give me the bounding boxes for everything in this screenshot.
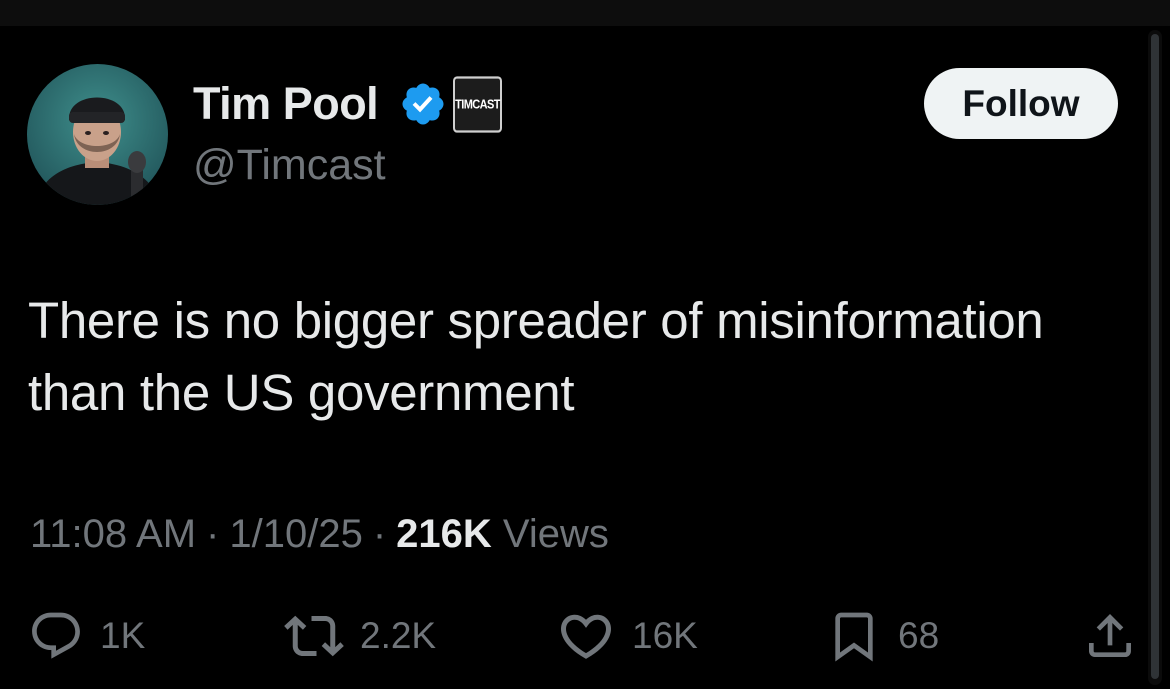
tweet-meta: 11:08 AM · 1/10/25 · 216K Views bbox=[30, 509, 609, 559]
meta-separator: · bbox=[372, 512, 387, 556]
author-display-name[interactable]: Tim Pool bbox=[193, 78, 379, 130]
bookmark-count: 68 bbox=[898, 615, 940, 656]
bookmark-button[interactable]: 68 bbox=[826, 606, 939, 666]
tweet-time[interactable]: 11:08 AM bbox=[30, 512, 196, 556]
views-count: 216K bbox=[396, 512, 492, 556]
tweet-date[interactable]: 1/10/25 bbox=[229, 512, 362, 556]
reply-icon bbox=[32, 612, 80, 659]
share-button[interactable] bbox=[1082, 606, 1138, 666]
views-label: Views bbox=[502, 512, 609, 556]
like-count: 16K bbox=[632, 615, 698, 656]
reply-count: 1K bbox=[100, 615, 146, 656]
repost-button[interactable]: 2.2K bbox=[284, 606, 436, 666]
share-icon bbox=[1089, 614, 1131, 657]
verified-badge-icon[interactable] bbox=[399, 80, 447, 128]
scrollbar-thumb[interactable] bbox=[1151, 34, 1159, 679]
bookmark-icon bbox=[835, 612, 873, 662]
repost-icon bbox=[284, 615, 344, 657]
follow-button[interactable]: Follow bbox=[924, 68, 1118, 139]
top-strip bbox=[0, 0, 1170, 26]
meta-separator: · bbox=[206, 512, 220, 556]
heart-icon bbox=[560, 614, 612, 659]
affiliate-badge[interactable]: TIMCAST bbox=[453, 76, 502, 133]
repost-count: 2.2K bbox=[360, 615, 437, 656]
reply-button[interactable]: 1K bbox=[28, 606, 145, 666]
tweet-text: There is no bigger spreader of misinform… bbox=[28, 292, 1044, 421]
author-handle[interactable]: @Timcast bbox=[193, 140, 386, 190]
avatar[interactable] bbox=[27, 64, 168, 205]
like-button[interactable]: 16K bbox=[556, 606, 698, 666]
